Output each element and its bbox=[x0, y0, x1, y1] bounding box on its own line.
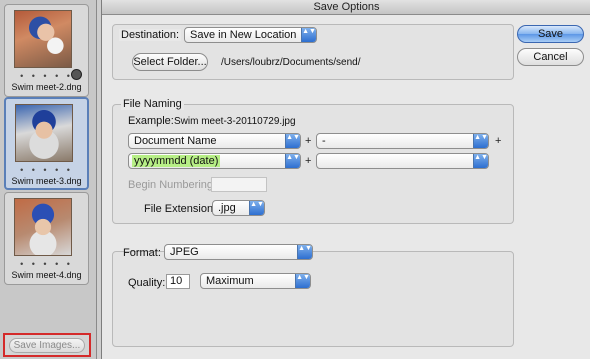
thumbnail-image bbox=[14, 198, 72, 256]
popup-arrows-icon: ▲▼ bbox=[297, 245, 312, 259]
filmstrip-item[interactable]: • • • • • Swim meet-3.dng bbox=[4, 97, 89, 190]
format-popup[interactable]: JPEG ▲▼ bbox=[164, 244, 313, 260]
format-value: JPEG bbox=[170, 246, 199, 258]
begin-numbering-label: Begin Numbering: bbox=[128, 179, 217, 191]
begin-numbering-field[interactable] bbox=[211, 177, 267, 192]
popup-arrows-icon: ▲▼ bbox=[473, 154, 488, 168]
naming-field-2-value: - bbox=[322, 135, 326, 147]
file-extension-value: .jpg bbox=[218, 202, 236, 214]
format-group bbox=[112, 251, 514, 347]
popup-arrows-icon: ▲▼ bbox=[301, 28, 316, 42]
settings-badge-icon bbox=[71, 69, 82, 80]
naming-field-1-popup[interactable]: Document Name ▲▼ bbox=[128, 133, 301, 149]
thumbnail-label: Swim meet-4.dng bbox=[11, 270, 82, 280]
example-value: Swim meet-3-20110729.jpg bbox=[174, 116, 296, 127]
save-button[interactable]: Save bbox=[517, 25, 584, 43]
naming-field-4-popup[interactable]: ▲▼ bbox=[316, 153, 489, 169]
filmstrip-item[interactable]: • • • • • Swim meet-4.dng bbox=[4, 192, 89, 285]
destination-path: /Users/loubrz/Documents/send/ bbox=[221, 57, 361, 68]
example-label: Example: bbox=[128, 115, 174, 127]
naming-field-3-value: yyyymmdd (date) bbox=[132, 155, 221, 167]
select-folder-button[interactable]: Select Folder... bbox=[132, 53, 208, 71]
thumbnail-label: Swim meet-2.dng bbox=[11, 82, 82, 92]
dialog-title: Save Options bbox=[102, 0, 590, 15]
popup-arrows-icon: ▲▼ bbox=[285, 134, 300, 148]
destination-popup[interactable]: Save in New Location ▲▼ bbox=[184, 27, 317, 43]
save-images-highlight: Save Images... bbox=[3, 333, 91, 357]
plus-label: + bbox=[305, 155, 312, 167]
popup-arrows-icon: ▲▼ bbox=[473, 134, 488, 148]
popup-arrows-icon: ▲▼ bbox=[249, 201, 264, 215]
destination-value: Save in New Location bbox=[190, 29, 297, 41]
thumbnail-image bbox=[14, 10, 72, 68]
naming-field-1-value: Document Name bbox=[134, 135, 217, 147]
plus-label: + bbox=[495, 135, 502, 147]
quality-preset-popup[interactable]: Maximum ▲▼ bbox=[200, 273, 311, 289]
popup-arrows-icon: ▲▼ bbox=[285, 154, 300, 168]
plus-label: + bbox=[305, 135, 312, 147]
filmstrip-panel: • • • • • Swim meet-2.dng • • • • • Swim… bbox=[0, 0, 97, 359]
format-label: Format: bbox=[123, 247, 161, 259]
file-naming-legend: File Naming bbox=[121, 98, 184, 110]
save-images-button[interactable]: Save Images... bbox=[9, 338, 85, 353]
naming-field-3-popup[interactable]: yyyymmdd (date) ▲▼ bbox=[128, 153, 301, 169]
file-extension-popup[interactable]: .jpg ▲▼ bbox=[212, 200, 265, 216]
file-extension-label: File Extension: bbox=[144, 203, 217, 215]
rating-dots[interactable]: • • • • • bbox=[5, 259, 88, 269]
quality-preset-value: Maximum bbox=[206, 275, 254, 287]
save-options-dialog: Save Options Destination: Save in New Lo… bbox=[101, 0, 590, 359]
rating-dots[interactable]: • • • • • bbox=[6, 165, 87, 175]
naming-field-2-popup[interactable]: - ▲▼ bbox=[316, 133, 489, 149]
quality-label: Quality: bbox=[128, 277, 166, 289]
thumbnail-image bbox=[15, 104, 73, 162]
popup-arrows-icon: ▲▼ bbox=[295, 274, 310, 288]
thumbnail-label: Swim meet-3.dng bbox=[11, 176, 82, 186]
filmstrip-item[interactable]: • • • • • Swim meet-2.dng bbox=[4, 4, 89, 97]
quality-field[interactable]: 10 bbox=[166, 274, 190, 289]
cancel-button[interactable]: Cancel bbox=[517, 48, 584, 66]
destination-label: Destination: bbox=[119, 29, 182, 41]
